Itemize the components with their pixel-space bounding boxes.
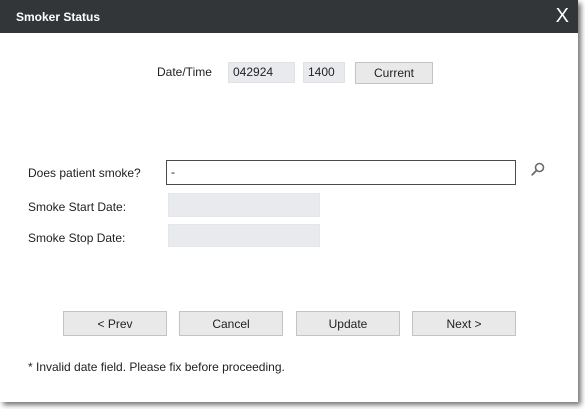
- start-date-field: [168, 193, 320, 217]
- smoker-status-dialog: Smoker Status X Date/Time 042924 1400 Cu…: [0, 0, 578, 402]
- datetime-label: Date/Time: [157, 65, 212, 79]
- update-button[interactable]: Update: [296, 311, 400, 336]
- title-bar: Smoker Status X: [0, 0, 578, 33]
- search-icon[interactable]: [531, 162, 545, 176]
- date-field[interactable]: 042924: [228, 62, 295, 83]
- next-button[interactable]: Next >: [412, 311, 516, 336]
- current-button[interactable]: Current: [355, 62, 433, 84]
- close-icon[interactable]: X: [556, 4, 569, 28]
- time-field[interactable]: 1400: [303, 62, 345, 83]
- stop-date-field: [168, 224, 320, 247]
- smoke-status-input[interactable]: -: [166, 160, 516, 185]
- validation-message: * Invalid date field. Please fix before …: [28, 360, 285, 374]
- start-date-label: Smoke Start Date:: [28, 200, 127, 214]
- dialog-title: Smoker Status: [16, 10, 101, 24]
- cancel-button[interactable]: Cancel: [179, 311, 283, 336]
- smoke-question-label: Does patient smoke?: [28, 166, 141, 180]
- prev-button[interactable]: < Prev: [63, 311, 167, 336]
- stop-date-label: Smoke Stop Date:: [28, 231, 126, 245]
